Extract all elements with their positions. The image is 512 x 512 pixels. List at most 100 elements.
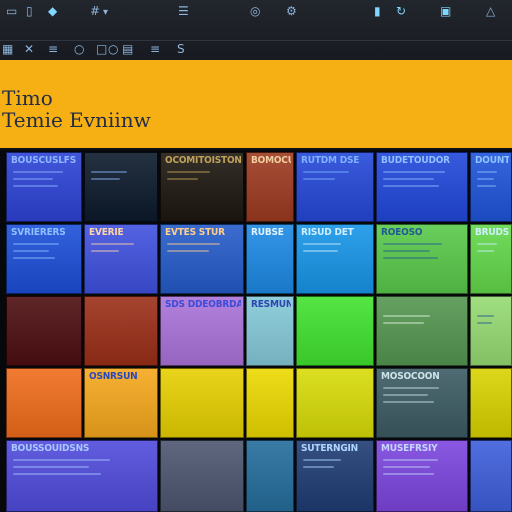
tile[interactable]: OCOMITOISTON [160, 152, 244, 222]
tile-label: EVTES STUR [165, 227, 225, 238]
tile-lines [167, 171, 237, 185]
tile[interactable]: EVERIE [84, 224, 158, 294]
page-title: Timo [2, 86, 53, 110]
bookmark-icon[interactable]: ▤ [122, 42, 133, 56]
tile-shade [247, 369, 293, 437]
tile[interactable]: DOUNTOR [470, 152, 512, 222]
toolbar-icons: ▭ ▯ ◆ # ▾ ☰ ◎ ⚙ ▮ ↻ ▣ △ ▦ ✕ ≡ ○ □ ○ ▤ ≡ … [0, 0, 512, 60]
tile-label: MOSOCOON [381, 371, 440, 382]
tile-label: RESMUN [251, 299, 291, 310]
tile-lines [477, 315, 505, 329]
tile[interactable] [84, 296, 158, 366]
tile-lines [383, 315, 461, 329]
close-icon[interactable]: ✕ [24, 42, 34, 56]
tile-lines [383, 243, 461, 264]
page-subtitle: Temie Evniinw [2, 108, 151, 132]
tile[interactable] [246, 440, 294, 512]
lines-icon[interactable]: ≡ [150, 42, 160, 56]
settings-icon[interactable]: ⚙ [286, 4, 297, 18]
tile[interactable] [84, 152, 158, 222]
tile-shade [471, 441, 511, 511]
tile-shade [297, 297, 373, 365]
tile[interactable] [470, 440, 512, 512]
tile[interactable]: SUTERNGIN [296, 440, 374, 512]
tile-label: BUDETOUDOR [381, 155, 450, 166]
tile-lines [477, 171, 505, 192]
tile-shade [85, 297, 157, 365]
tile[interactable]: BOUSSOUIDSNS [6, 440, 158, 512]
tile-shade [85, 153, 157, 221]
tile-label: SUTERNGIN [301, 443, 358, 454]
grid-icon[interactable]: ▦ [2, 42, 13, 56]
tile[interactable]: BUDETOUDOR [376, 152, 468, 222]
tile-lines [303, 171, 367, 185]
mountain-icon[interactable]: △ [486, 4, 495, 18]
tile-shade [377, 297, 467, 365]
tile-lines [383, 171, 461, 192]
window-icon[interactable]: ▣ [440, 4, 451, 18]
tile-shade [161, 369, 243, 437]
tile-lines [91, 243, 151, 257]
tile-label: OSNRSUN [89, 371, 138, 382]
tile[interactable] [6, 368, 82, 438]
tile[interactable]: SDS DDEOBRDAS [160, 296, 244, 366]
document-icon[interactable]: ☰ [178, 4, 189, 18]
tile-grid: BOUSCUSLFS OCOMITOISTON BOMOCUIDONT RUTD… [0, 150, 512, 512]
tile[interactable]: SVRIERERS [6, 224, 82, 294]
tile[interactable] [470, 296, 512, 366]
app-window: ▭ ▯ ◆ # ▾ ☰ ◎ ⚙ ▮ ↻ ▣ △ ▦ ✕ ≡ ○ □ ○ ▤ ≡ … [0, 0, 512, 512]
tile-shade [471, 369, 511, 437]
tile[interactable]: RESMUN [246, 296, 294, 366]
tile-label: RUBSE [251, 227, 284, 238]
tile[interactable] [376, 296, 468, 366]
tile[interactable] [470, 368, 512, 438]
tile-lines [303, 459, 367, 473]
tile[interactable]: RUTDM DSE [296, 152, 374, 222]
tile[interactable] [160, 440, 244, 512]
tile-label: BRUDSCRT [475, 227, 509, 238]
tile[interactable]: BOMOCUIDONT [246, 152, 294, 222]
tile[interactable]: EVTES STUR [160, 224, 244, 294]
tile-lines [13, 243, 75, 264]
square-icon[interactable]: □ [96, 42, 107, 56]
tile-lines [477, 243, 505, 257]
tile-lines [13, 171, 75, 192]
circle-icon[interactable]: ○ [108, 42, 118, 56]
tile-lines [383, 459, 461, 480]
tile[interactable] [296, 368, 374, 438]
radio-icon[interactable]: ○ [74, 42, 84, 56]
tile-lines [167, 243, 237, 257]
hashtag-icon[interactable]: # [90, 4, 100, 18]
tile[interactable] [6, 296, 82, 366]
tile-label: SVRIERERS [11, 227, 66, 238]
tile-label: OCOMITOISTON [165, 155, 241, 166]
tile[interactable]: RISUD DET [296, 224, 374, 294]
tile[interactable]: MOSOCOON [376, 368, 468, 438]
dropdown-icon[interactable]: ▾ [103, 6, 108, 20]
tile-shade [471, 297, 511, 365]
menu-icon[interactable]: ≡ [48, 42, 58, 56]
page-header: Timo Temie Evniinw [0, 60, 512, 148]
tile-label: ROEOSO [381, 227, 423, 238]
tile[interactable] [296, 296, 374, 366]
toolbar: ▭ ▯ ◆ # ▾ ☰ ◎ ⚙ ▮ ↻ ▣ △ ▦ ✕ ≡ ○ □ ○ ▤ ≡ … [0, 0, 512, 61]
tile[interactable]: BRUDSCRT [470, 224, 512, 294]
tile[interactable]: ROEOSO [376, 224, 468, 294]
tile-shade [7, 297, 81, 365]
tile[interactable]: BOUSCUSLFS [6, 152, 82, 222]
monitor-icon[interactable]: ▭ [6, 4, 17, 18]
tile[interactable] [160, 368, 244, 438]
target-icon[interactable]: ◎ [250, 4, 260, 18]
diamond-icon[interactable]: ◆ [48, 4, 57, 18]
tile-shade [297, 369, 373, 437]
file-icon[interactable]: ▯ [26, 4, 33, 18]
tile[interactable]: MUSEFRSIY [376, 440, 468, 512]
tile[interactable] [246, 368, 294, 438]
tile-lines [13, 459, 151, 480]
tile[interactable]: OSNRSUN [84, 368, 158, 438]
refresh-icon[interactable]: ↻ [396, 4, 406, 18]
dollar-icon[interactable]: S [177, 42, 185, 56]
tile-label: BOUSSOUIDSNS [11, 443, 90, 454]
chart-icon[interactable]: ▮ [374, 4, 381, 18]
tile[interactable]: RUBSE [246, 224, 294, 294]
